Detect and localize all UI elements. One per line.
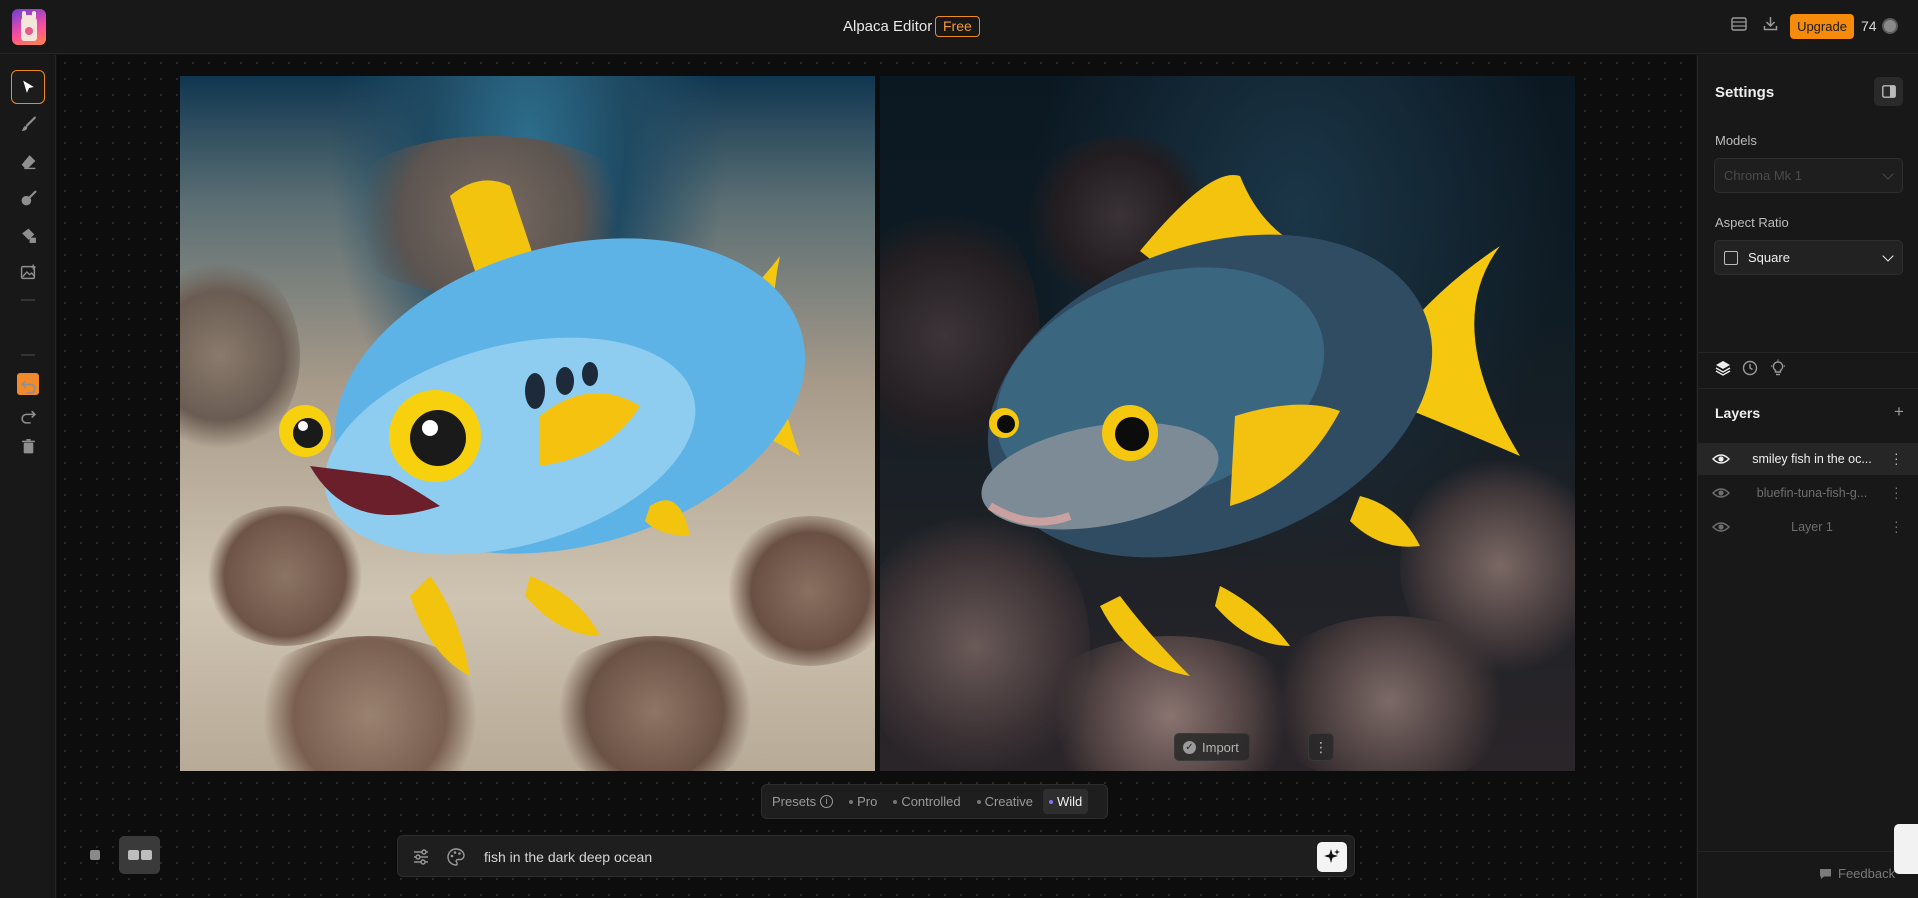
avatar[interactable] <box>1882 18 1898 34</box>
layer-menu-icon[interactable]: · · · <box>1894 480 1900 504</box>
layer-item[interactable]: smiley fish in the oc... · · · <box>1698 443 1918 475</box>
feedback-link[interactable]: Feedback <box>1819 866 1895 881</box>
layer-item[interactable]: bluefin-tuna-fish-g... · · · <box>1698 477 1918 509</box>
download-icon[interactable] <box>1759 16 1781 38</box>
eye-icon[interactable] <box>1712 520 1730 534</box>
prompt-input[interactable] <box>484 845 1264 869</box>
import-label: Import <box>1202 739 1239 755</box>
app-title: Alpaca Editor <box>843 18 933 35</box>
layer-menu-icon[interactable]: · · · <box>1894 446 1900 470</box>
layer-name: bluefin-tuna-fish-g... <box>1756 486 1868 500</box>
chat-bubble-icon <box>1820 868 1831 879</box>
realistic-fish-illustration <box>981 174 1520 676</box>
single-view-toggle[interactable] <box>90 850 100 860</box>
sliders-icon[interactable] <box>411 847 431 867</box>
plan-badge[interactable]: Free <box>935 16 980 37</box>
sparkle-icon <box>1324 849 1340 863</box>
image-more-options-icon[interactable]: ⋮ <box>1308 733 1334 761</box>
preset-selector: Presets i Pro Controlled Creative Wild <box>761 784 1108 819</box>
preset-creative[interactable]: Creative <box>971 789 1039 814</box>
generated-image-smiley-fish[interactable] <box>180 76 875 771</box>
settings-title: Settings <box>1715 84 1775 101</box>
layer-item[interactable]: Layer 1 · · · <box>1698 511 1918 543</box>
brush-tool-icon[interactable] <box>11 107 45 141</box>
tool-panel <box>0 55 56 898</box>
sidebar-divider <box>1698 388 1918 389</box>
history-tab-icon[interactable] <box>1741 359 1759 377</box>
eye-icon[interactable] <box>1712 486 1730 500</box>
preset-pro[interactable]: Pro <box>843 789 883 814</box>
cartoon-fish-illustration <box>279 180 806 676</box>
lightbulb-tab-icon[interactable] <box>1769 359 1787 377</box>
credits-count: 74 <box>1861 18 1877 34</box>
chevron-down-icon <box>1882 250 1894 262</box>
palette-icon[interactable] <box>446 847 466 867</box>
presets-label[interactable]: Presets i <box>766 789 839 814</box>
undo-icon[interactable] <box>11 369 45 403</box>
dot-icon <box>893 799 898 804</box>
layer-name: Layer 1 <box>1791 520 1833 534</box>
import-button[interactable]: ✓ Import <box>1174 733 1250 761</box>
aspect-ratio-label: Aspect Ratio <box>1715 215 1789 230</box>
select-tool-icon[interactable] <box>11 70 45 104</box>
toolbar-divider <box>21 354 35 356</box>
model-select[interactable]: Chroma Mk 1 <box>1714 158 1903 193</box>
gallery-icon[interactable] <box>1728 16 1750 38</box>
preset-controlled[interactable]: Controlled <box>887 789 966 814</box>
add-layer-icon[interactable]: + <box>1894 402 1904 422</box>
chevron-down-icon <box>1882 168 1894 180</box>
dot-icon <box>976 799 981 804</box>
side-widget-tab[interactable] <box>1894 824 1918 874</box>
models-label: Models <box>1715 133 1757 148</box>
app-logo[interactable] <box>12 9 46 45</box>
layer-name: smiley fish in the oc... <box>1752 452 1872 466</box>
square-icon <box>1724 250 1738 265</box>
toolbar-divider <box>21 299 35 301</box>
upgrade-button[interactable]: Upgrade <box>1790 14 1854 39</box>
generated-image-dark-fish[interactable] <box>880 76 1575 771</box>
layer-menu-icon[interactable]: · · · <box>1894 514 1900 538</box>
settings-sidebar: Settings Models Chroma Mk 1 Aspect Ratio… <box>1697 55 1918 898</box>
generate-button[interactable] <box>1317 842 1347 872</box>
image-tool-icon[interactable] <box>11 255 45 289</box>
layers-tab-icon[interactable] <box>1714 359 1732 377</box>
dual-view-toggle[interactable] <box>119 836 160 874</box>
paint-tool-icon[interactable] <box>11 181 45 215</box>
collapse-sidebar-icon[interactable] <box>1874 77 1903 106</box>
eye-icon[interactable] <box>1712 452 1730 466</box>
dot-icon <box>1049 799 1053 804</box>
eraser-tool-icon[interactable] <box>11 144 45 178</box>
sidebar-divider <box>1698 851 1918 852</box>
delete-icon[interactable] <box>11 429 45 463</box>
prompt-bar <box>397 835 1355 877</box>
canvas-area[interactable]: ✓ Import ⋮ Presets i Pro Controlled Crea… <box>57 55 1696 898</box>
dot-icon <box>849 799 854 804</box>
info-icon[interactable]: i <box>820 795 834 808</box>
aspect-ratio-select[interactable]: Square <box>1714 240 1903 275</box>
top-bar: Alpaca Editor Free Upgrade 74 <box>0 0 1918 54</box>
sidebar-divider <box>1698 352 1918 353</box>
redo-icon[interactable] <box>11 399 45 433</box>
fill-tool-icon[interactable] <box>11 218 45 252</box>
layers-title: Layers <box>1715 405 1761 421</box>
preset-wild[interactable]: Wild <box>1043 789 1089 814</box>
check-circle-icon: ✓ <box>1183 740 1196 754</box>
